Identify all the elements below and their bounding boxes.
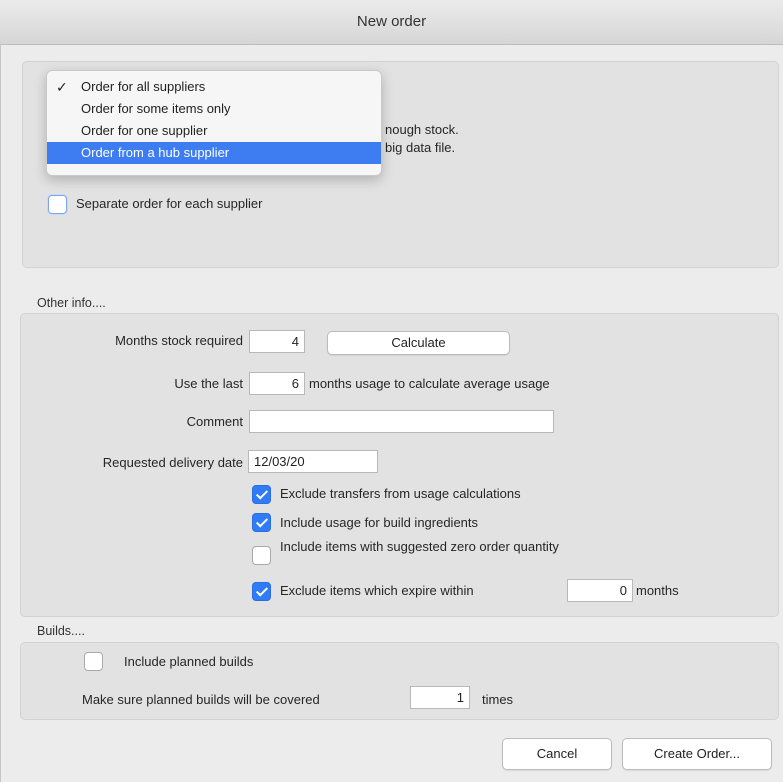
- builds-heading: Builds....: [37, 624, 85, 638]
- include-zero-checkbox[interactable]: [252, 546, 271, 565]
- include-zero-label: Include items with suggested zero order …: [280, 539, 559, 554]
- calculate-button[interactable]: Calculate: [327, 331, 510, 355]
- create-order-button[interactable]: Create Order...: [622, 738, 772, 770]
- separate-order-checkbox[interactable]: [48, 195, 67, 214]
- exclude-transfers-checkbox[interactable]: [252, 485, 271, 504]
- comment-input[interactable]: [249, 410, 554, 433]
- menu-item-label: Order for some items only: [81, 101, 231, 116]
- covered-suffix: times: [482, 692, 514, 707]
- order-type-dropdown-menu: ✓ Order for all suppliers Order for some…: [46, 70, 382, 176]
- months-stock-label: Months stock required: [115, 333, 243, 348]
- menu-item-some-items[interactable]: Order for some items only: [47, 98, 381, 120]
- separate-order-label: Separate order for each supplier: [76, 196, 263, 211]
- covered-input[interactable]: 1: [410, 686, 470, 709]
- menu-item-hub-supplier[interactable]: Order from a hub supplier: [47, 142, 381, 164]
- window-left-border: [0, 44, 1, 782]
- order-type-desc-1: nough stock.: [385, 122, 459, 137]
- window-title: New order: [356, 13, 427, 30]
- order-type-desc-2: big data file.: [385, 140, 456, 155]
- exclude-expire-checkbox[interactable]: [252, 582, 271, 601]
- include-build-label: Include usage for build ingredients: [280, 515, 479, 530]
- delivery-date-label: Requested delivery date: [102, 455, 243, 470]
- include-planned-label: Include planned builds: [124, 654, 254, 669]
- exclude-expire-label: Exclude items which expire within: [280, 583, 474, 598]
- covered-label: Make sure planned builds will be covered: [82, 692, 320, 707]
- months-stock-input[interactable]: 4: [249, 330, 305, 353]
- menu-item-all-suppliers[interactable]: ✓ Order for all suppliers: [47, 76, 381, 98]
- checkmark-icon: ✓: [56, 79, 68, 95]
- menu-item-label: Order for one supplier: [81, 123, 208, 138]
- exclude-expire-unit: months: [636, 583, 679, 598]
- menu-item-one-supplier[interactable]: Order for one supplier: [47, 120, 381, 142]
- other-info-heading: Other info....: [37, 296, 106, 310]
- include-planned-checkbox[interactable]: [84, 652, 103, 671]
- include-build-checkbox[interactable]: [252, 513, 271, 532]
- exclude-expire-input[interactable]: 0: [567, 579, 633, 602]
- use-last-label: Use the last: [174, 376, 243, 391]
- use-last-suffix: months usage to calculate average usage: [309, 376, 550, 391]
- menu-item-label: Order from a hub supplier: [81, 145, 230, 160]
- cancel-button[interactable]: Cancel: [502, 738, 612, 770]
- use-last-input[interactable]: 6: [249, 372, 305, 395]
- comment-label: Comment: [186, 414, 243, 429]
- exclude-transfers-label: Exclude transfers from usage calculation…: [280, 486, 521, 501]
- menu-item-label: Order for all suppliers: [81, 79, 206, 94]
- delivery-date-input[interactable]: 12/03/20: [248, 450, 378, 473]
